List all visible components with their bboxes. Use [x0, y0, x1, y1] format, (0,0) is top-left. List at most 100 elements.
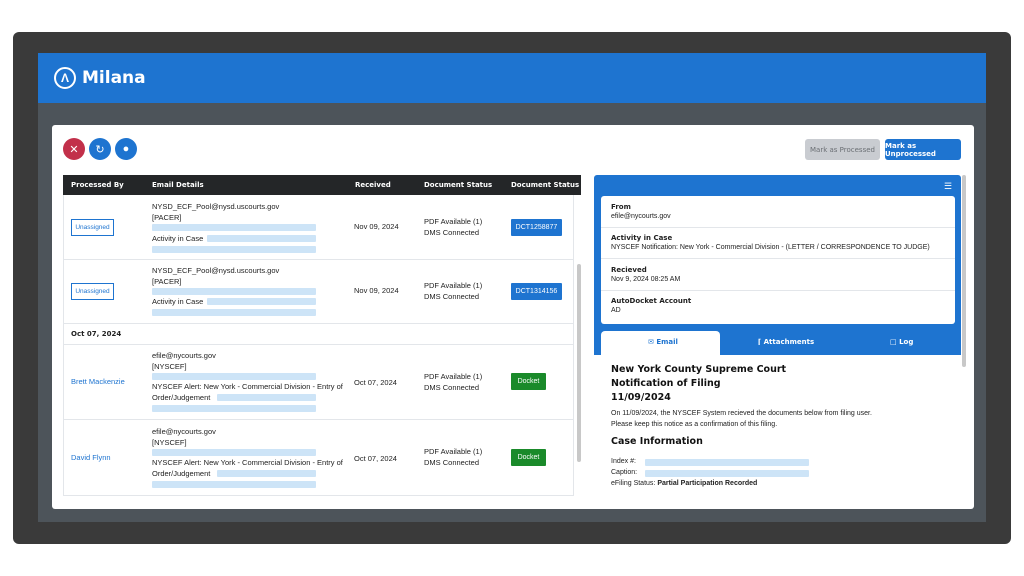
- redacted-bar: [152, 246, 316, 253]
- status-dms: DMS Connected: [424, 292, 480, 301]
- email-subject-cont: Order/Judgement: [152, 469, 211, 478]
- tab-email[interactable]: ✉ Email: [648, 338, 678, 346]
- status-pdf: PDF Available (1): [424, 281, 483, 290]
- email-paragraph: On 11/09/2024, the NYSCEF System recieve…: [611, 410, 872, 417]
- mark-processed-button[interactable]: Mark as Processed: [805, 139, 880, 160]
- email-subject: Activity in Case: [152, 297, 204, 306]
- received-date: Nov 09, 2024: [354, 222, 399, 231]
- top-bar: Λ Milana: [38, 53, 986, 103]
- redacted-bar: [152, 481, 316, 488]
- redacted-bar: [152, 373, 316, 380]
- from-value: efile@nycourts.gov: [611, 213, 671, 220]
- tab-log[interactable]: □ Log: [890, 338, 913, 346]
- notice-date: 11/09/2024: [611, 392, 671, 403]
- header-email-details[interactable]: Email Details: [152, 181, 204, 189]
- brand-name: Milana: [82, 68, 146, 88]
- redacted-bar: [207, 235, 316, 242]
- email-tag: [PACER]: [152, 277, 182, 286]
- redacted-bar: [152, 449, 316, 456]
- activity-label: Activity in Case: [611, 234, 673, 242]
- docket-button[interactable]: Docket: [511, 373, 546, 390]
- efiling-label: eFiling Status:: [611, 480, 656, 487]
- paperclip-icon: ⌈: [758, 338, 762, 346]
- status-dms: DMS Connected: [424, 458, 480, 467]
- status-dms: DMS Connected: [424, 383, 480, 392]
- redacted-bar: [152, 309, 316, 316]
- efiling-value: Partial Participation Recorded: [657, 480, 758, 487]
- processed-by-user[interactable]: David Flynn: [71, 453, 111, 462]
- group-row: [63, 324, 574, 345]
- docket-button[interactable]: Docket: [511, 449, 546, 466]
- account-value: AD: [611, 307, 621, 314]
- table-row[interactable]: [63, 195, 574, 260]
- header-document-status[interactable]: Document Status: [424, 181, 492, 189]
- header-processed-by[interactable]: Processed By: [71, 181, 124, 189]
- status-pdf: PDF Available (1): [424, 372, 483, 381]
- received-date: Nov 09, 2024: [354, 286, 399, 295]
- divider: [601, 258, 955, 259]
- redacted-bar: [152, 224, 316, 231]
- redacted-bar: [152, 288, 316, 295]
- redacted-bar: [645, 459, 809, 466]
- notice-heading: Notification of Filing: [611, 378, 721, 389]
- email-subject: Activity in Case: [152, 234, 204, 243]
- header-received[interactable]: Received: [355, 181, 391, 189]
- table-row[interactable]: [63, 260, 574, 324]
- document-id-badge[interactable]: DCT1258877: [511, 219, 562, 236]
- email-paragraph: Please keep this notice as a confirmatio…: [611, 421, 778, 428]
- email-tag: [NYSCEF]: [152, 438, 187, 447]
- efiling-status: eFiling Status: Partial Participation Re…: [611, 480, 757, 487]
- redacted-bar: [217, 394, 316, 401]
- received-label: Recieved: [611, 266, 647, 274]
- table-scrollbar[interactable]: [577, 264, 581, 462]
- redacted-bar: [645, 470, 809, 477]
- caption-label: Caption:: [611, 469, 638, 476]
- document-id-badge[interactable]: DCT1314156: [511, 283, 562, 300]
- group-date-label: Oct 07, 2024: [71, 330, 122, 338]
- table-header: [63, 175, 581, 195]
- tab-attachments-label: Attachments: [763, 338, 815, 346]
- tab-email-label: Email: [656, 338, 678, 346]
- detail-scrollbar[interactable]: [962, 175, 966, 367]
- document-icon: □: [890, 338, 897, 346]
- milana-logo-icon: Λ: [54, 67, 76, 89]
- email-subject: NYSCEF Alert: New York - Commercial Divi…: [152, 382, 343, 391]
- status-pdf: PDF Available (1): [424, 447, 483, 456]
- received-date: Oct 07, 2024: [354, 378, 397, 387]
- activity-value: NYSCEF Notification: New York - Commerci…: [611, 244, 930, 251]
- mail-icon: ✉: [648, 338, 654, 346]
- case-info-heading: Case Information: [611, 436, 703, 447]
- email-from: NYSD_ECF_Pool@nysd.uscourts.gov: [152, 202, 280, 211]
- user-icon[interactable]: ●: [115, 138, 137, 160]
- email-tag: [NYSCEF]: [152, 362, 187, 371]
- received-date: Oct 07, 2024: [354, 454, 397, 463]
- from-label: From: [611, 203, 631, 211]
- court-heading: New York County Supreme Court: [611, 364, 787, 375]
- tab-attachments[interactable]: ⌈ Attachments: [758, 338, 814, 346]
- redacted-bar: [207, 298, 316, 305]
- hamburger-menu-icon[interactable]: ☰: [944, 181, 952, 192]
- header-document-status-2[interactable]: Document Status: [511, 181, 579, 189]
- redacted-bar: [152, 405, 316, 412]
- email-tag: [PACER]: [152, 213, 182, 222]
- divider: [601, 290, 955, 291]
- account-label: AutoDocket Account: [611, 297, 692, 305]
- assign-button[interactable]: Unassigned: [71, 219, 114, 236]
- email-from: efile@nycourts.gov: [152, 351, 216, 360]
- status-dms: DMS Connected: [424, 228, 480, 237]
- divider: [601, 227, 955, 228]
- redacted-bar: [217, 470, 316, 477]
- index-label: Index #:: [611, 458, 636, 465]
- mark-unprocessed-button[interactable]: Mark as Unprocessed: [885, 139, 961, 160]
- email-from: efile@nycourts.gov: [152, 427, 216, 436]
- status-pdf: PDF Available (1): [424, 217, 483, 226]
- assign-button[interactable]: Unassigned: [71, 283, 114, 300]
- received-value: Nov 9, 2024 08:25 AM: [611, 276, 681, 283]
- email-from: NYSD_ECF_Pool@nysd.uscourts.gov: [152, 266, 280, 275]
- processed-by-user[interactable]: Brett Mackenzie: [71, 377, 125, 386]
- refresh-icon[interactable]: ↻: [89, 138, 111, 160]
- email-subject: NYSCEF Alert: New York - Commercial Divi…: [152, 458, 343, 467]
- email-subject-cont: Order/Judgement: [152, 393, 211, 402]
- close-circle-icon[interactable]: ✕: [63, 138, 85, 160]
- tab-log-label: Log: [899, 338, 914, 346]
